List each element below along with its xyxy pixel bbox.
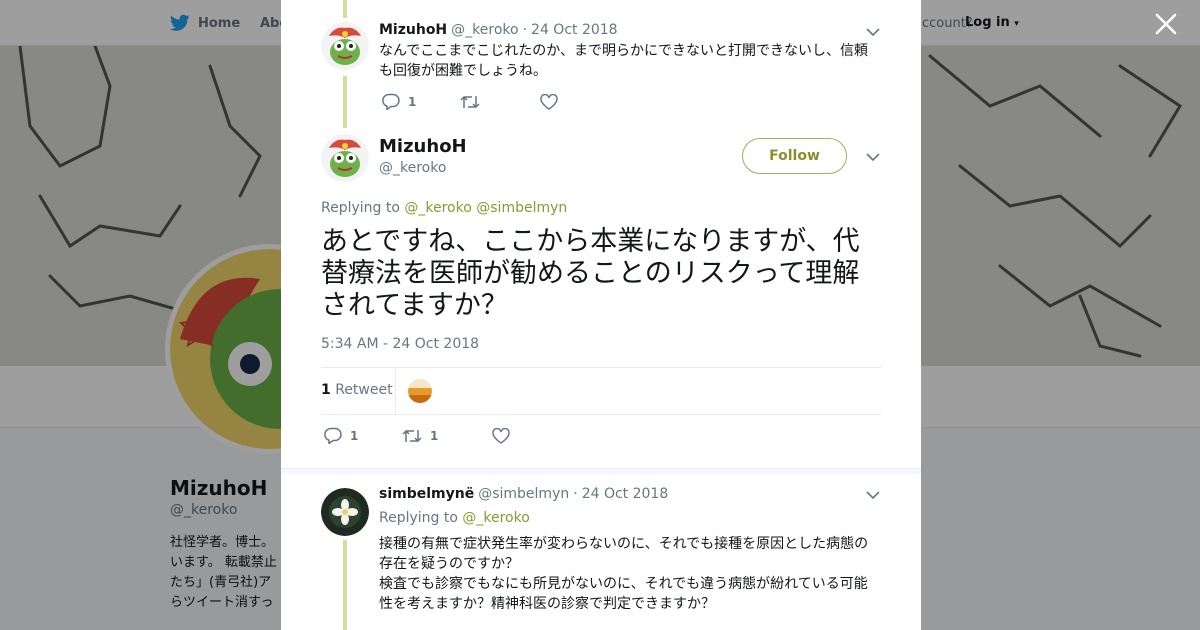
retweet-count: 1 bbox=[430, 428, 439, 443]
replies-divider bbox=[281, 468, 921, 474]
like-button[interactable] bbox=[540, 93, 566, 110]
avatar[interactable] bbox=[321, 488, 369, 536]
separator-dot: · bbox=[522, 22, 528, 38]
mention-link[interactable]: @_keroko bbox=[462, 510, 529, 526]
replying-to: Replying to @_keroko bbox=[379, 510, 530, 526]
close-icon[interactable] bbox=[1152, 10, 1180, 38]
tweet-header: MizuhoH @_keroko · 24 Oct 2018 bbox=[379, 22, 618, 38]
tweet-author-handle[interactable]: @_keroko bbox=[379, 160, 446, 176]
tweet-header: simbelmynë @simbelmyn · 24 Oct 2018 bbox=[379, 486, 668, 502]
chevron-down-icon[interactable] bbox=[866, 490, 880, 500]
tweet-text: あとですね、ここから本業になりますが、代替療法を医師が勧めることのリスクって理解… bbox=[321, 226, 860, 321]
tweet-text-line: 検査でも診察でもなにも所見がないのに、それでも違う病態が紛れている可能性を考えま… bbox=[379, 576, 868, 612]
tweet-stats: 1 Retweet bbox=[321, 367, 881, 415]
reply-button[interactable]: 1 bbox=[382, 93, 460, 110]
reply-count: 1 bbox=[408, 94, 417, 109]
retweeter-avatar[interactable] bbox=[408, 379, 432, 403]
replying-prefix: Replying to bbox=[379, 510, 458, 526]
thread-line bbox=[343, 0, 347, 18]
tweet-author-name[interactable]: MizuhoH bbox=[379, 136, 467, 157]
reply-icon bbox=[382, 93, 400, 110]
chevron-down-icon[interactable] bbox=[866, 27, 880, 37]
thread-line bbox=[343, 540, 347, 630]
tweet-author-handle[interactable]: @_keroko bbox=[451, 22, 518, 38]
tweet-permalink-modal: MizuhoH @_keroko · 24 Oct 2018 なんでここまでこじ… bbox=[281, 0, 921, 630]
retweet-icon bbox=[402, 429, 422, 442]
follow-button[interactable]: Follow bbox=[742, 138, 847, 174]
mention-link[interactable]: @_keroko bbox=[404, 200, 471, 216]
retweet-icon bbox=[460, 95, 480, 108]
retweet-stat[interactable]: 1 Retweet bbox=[321, 382, 393, 398]
reply-count: 1 bbox=[350, 428, 359, 443]
mention-link[interactable]: @simbelmyn bbox=[476, 200, 567, 216]
tweet-author-name[interactable]: MizuhoH bbox=[379, 22, 447, 38]
stat-divider bbox=[395, 368, 396, 414]
retweet-button[interactable]: 1 bbox=[402, 428, 492, 444]
replying-prefix: Replying to bbox=[321, 200, 400, 216]
reply-button[interactable]: 1 bbox=[324, 427, 402, 444]
thread-line bbox=[343, 76, 347, 128]
retweets-label: Retweet bbox=[335, 382, 393, 398]
like-button[interactable] bbox=[492, 427, 518, 444]
tweet-author-name[interactable]: simbelmynë bbox=[379, 486, 474, 502]
separator-dot: · bbox=[573, 486, 578, 502]
avatar[interactable] bbox=[321, 22, 369, 70]
tweet-text: なんでここまでこじれたのか、まで明らかにできないと打開できないし、信頼も回復が困… bbox=[379, 43, 869, 79]
replying-to: Replying to @_keroko @simbelmyn bbox=[321, 200, 567, 216]
tweet-date[interactable]: 24 Oct 2018 bbox=[531, 22, 618, 38]
retweet-button[interactable] bbox=[460, 94, 540, 110]
tweet-actions: 1 bbox=[382, 93, 566, 110]
avatar[interactable] bbox=[321, 134, 369, 182]
tweet-text-line: 接種の有無で症状発生率が変わらないのに、それでも接種を原因とした病態の存在を疑う… bbox=[379, 536, 869, 572]
tweet-actions: 1 1 bbox=[324, 427, 518, 444]
tweet-author-handle[interactable]: @simbelmyn bbox=[478, 486, 569, 502]
chevron-down-icon[interactable] bbox=[866, 152, 880, 162]
tweet-text: 接種の有無で症状発生率が変わらないのに、それでも接種を原因とした病態の存在を疑う… bbox=[379, 534, 879, 614]
reply-icon bbox=[324, 427, 342, 444]
tweet-timestamp[interactable]: 5:34 AM - 24 Oct 2018 bbox=[321, 336, 479, 352]
tweet-date[interactable]: 24 Oct 2018 bbox=[582, 486, 669, 502]
like-icon bbox=[492, 427, 510, 444]
like-icon bbox=[540, 93, 558, 110]
retweets-number: 1 bbox=[321, 382, 331, 398]
